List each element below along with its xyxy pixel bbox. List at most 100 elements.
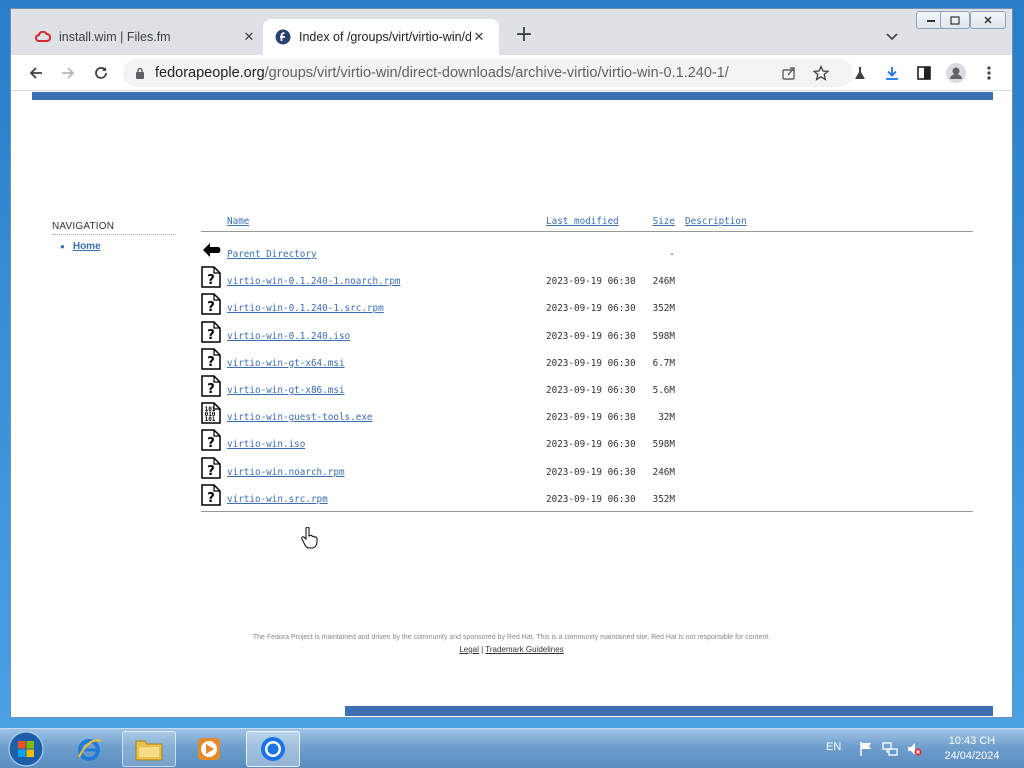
restore-button[interactable]: [940, 11, 970, 29]
tab-strip: install.wim | Files.fm ✕ Index of /group…: [11, 9, 1012, 55]
reload-icon[interactable]: [89, 61, 113, 85]
file-link[interactable]: virtio-win-0.1.240-1.noarch.rpm: [227, 276, 401, 287]
back-arrow-icon[interactable]: [24, 61, 48, 85]
file-link[interactable]: virtio-win.iso: [227, 439, 305, 450]
footer-text: The Fedora Project is maintained and dri…: [252, 634, 771, 641]
legal-link[interactable]: Legal: [459, 645, 479, 654]
svg-text:?: ?: [207, 328, 215, 343]
close-window-button[interactable]: [970, 11, 1006, 29]
listing-header: Name Last modified Size Description: [201, 216, 973, 232]
footer-links: Legal | Trademark Guidelines: [11, 645, 1012, 654]
language-indicator[interactable]: EN: [826, 741, 841, 753]
volume-muted-icon[interactable]: [906, 741, 922, 757]
lock-icon: [135, 67, 145, 79]
windows-logo-icon: [8, 731, 44, 767]
media-player-icon[interactable]: [182, 731, 236, 767]
tab-files-fm[interactable]: install.wim | Files.fm ✕: [23, 19, 269, 55]
browser-toolbar: fedorapeople.org/groups/virt/virtio-win/…: [11, 55, 1012, 91]
sort-by-description-link[interactable]: Description: [685, 216, 747, 227]
tab-title: install.wim | Files.fm: [59, 30, 171, 44]
profile-avatar-icon[interactable]: [944, 61, 968, 85]
clock-date: 24/04/2024: [944, 750, 1000, 762]
close-tab-icon[interactable]: ✕: [471, 29, 487, 45]
close-tab-icon[interactable]: ✕: [241, 29, 257, 45]
unknown-file-icon: ?: [201, 266, 221, 288]
side-panel-icon[interactable]: [912, 61, 936, 85]
file-link[interactable]: virtio-win-0.1.240-1.src.rpm: [227, 303, 384, 314]
download-icon[interactable]: [880, 61, 904, 85]
file-link[interactable]: virtio-win-gt-x86.msi: [227, 385, 345, 396]
chrome-icon[interactable]: [246, 731, 300, 767]
forward-arrow-icon[interactable]: [56, 61, 80, 85]
trademark-guidelines-link[interactable]: Trademark Guidelines: [485, 645, 563, 654]
footer-separator: |: [481, 645, 484, 654]
hand-pointer-cursor-icon: [301, 526, 319, 549]
fedora-icon: [275, 29, 291, 45]
file-row: ? virtio-win.noarch.rpm 2023-09-19 06:30 24…: [201, 454, 973, 481]
sort-by-name-link[interactable]: Name: [227, 216, 249, 227]
file-size: 246M: [652, 276, 675, 288]
footer-accent-bar: [345, 706, 993, 716]
extension-flask-icon[interactable]: [848, 61, 872, 85]
nav-item-home: ● Home: [52, 241, 176, 252]
files-fm-cloud-icon: [35, 29, 51, 45]
unknown-file-icon: ?: [201, 429, 221, 451]
listing-bottom-rule: [201, 510, 973, 512]
taskbar: EN 10:43 CH 24/04/2024: [0, 728, 1024, 768]
file-row: ? virtio-win-0.1.240-1.noarch.rpm 2023-09-…: [201, 263, 973, 290]
file-row: ? virtio-win-0.1.240.iso 2023-09-19 06:30 5…: [201, 318, 973, 345]
file-size: 352M: [652, 303, 675, 315]
unknown-file-icon: ?: [201, 375, 221, 397]
parent-directory-link[interactable]: Parent Directory: [227, 249, 317, 260]
menu-kebab-icon[interactable]: [977, 61, 1001, 85]
file-row: ? virtio-win-0.1.240-1.src.rpm 2023-09-19 …: [201, 290, 973, 317]
tab-search-chevron-icon[interactable]: [885, 27, 905, 47]
svg-text:?: ?: [207, 355, 215, 370]
unknown-file-icon: ?: [201, 320, 221, 343]
header-accent-bar: [32, 92, 993, 100]
navigation-title: NAVIGATION: [52, 221, 176, 235]
bullet-icon: ●: [60, 242, 65, 251]
bookmark-star-icon[interactable]: [809, 61, 833, 85]
file-link[interactable]: virtio-win.src.rpm: [227, 494, 328, 505]
file-link[interactable]: virtio-win-guest-tools.exe: [227, 412, 373, 423]
url-host: fedorapeople.org: [155, 65, 265, 81]
file-link[interactable]: virtio-win.noarch.rpm: [227, 467, 345, 478]
file-explorer-icon[interactable]: [122, 731, 176, 767]
home-link[interactable]: Home: [73, 241, 101, 252]
listing-rows: Parent Directory - ? virtio-win-0.1.240-1…: [201, 232, 973, 508]
svg-text:?: ?: [207, 273, 215, 288]
start-button[interactable]: [6, 731, 46, 767]
network-icon[interactable]: [882, 741, 898, 757]
binary-file-icon: 101 010 101: [201, 402, 221, 424]
svg-text:?: ?: [207, 300, 215, 315]
svg-text:?: ?: [207, 382, 215, 397]
sort-by-modified-link[interactable]: Last modified: [546, 216, 619, 227]
unknown-file-icon: ?: [201, 293, 221, 315]
unknown-file-icon: ?: [201, 348, 221, 370]
page-footer: The Fedora Project is maintained and dri…: [11, 634, 1012, 654]
url-path: /groups/virt/virtio-win/direct-downloads…: [264, 65, 729, 81]
parent-directory-row: Parent Directory -: [201, 236, 973, 263]
action-center-flag-icon[interactable]: [858, 741, 874, 757]
svg-text:?: ?: [207, 436, 215, 451]
file-row: 101 010 101 virtio-win-guest-tools.exe 2023-…: [201, 399, 973, 426]
file-link[interactable]: virtio-win-0.1.240.iso: [227, 331, 350, 342]
tab-index[interactable]: Index of /groups/virt/virtio-win/d ✕: [263, 19, 499, 55]
file-row: ? virtio-win.iso 2023-09-19 06:30 598M: [201, 426, 973, 453]
clock-time: 10:43 CH: [948, 735, 996, 747]
share-icon[interactable]: [777, 61, 801, 85]
file-link[interactable]: virtio-win-gt-x64.msi: [227, 358, 345, 369]
address-bar[interactable]: fedorapeople.org/groups/virt/virtio-win/…: [123, 59, 853, 87]
unknown-file-icon: ?: [201, 483, 221, 506]
file-size: 5.6M: [652, 384, 675, 396]
sort-by-size-link[interactable]: Size: [621, 216, 675, 227]
system-clock[interactable]: 10:43 CH 24/04/2024: [932, 734, 1012, 764]
svg-text:?: ?: [207, 491, 215, 506]
new-tab-button[interactable]: +: [511, 23, 537, 49]
svg-text:101: 101: [205, 416, 216, 423]
internet-explorer-icon[interactable]: [62, 731, 116, 767]
file-size: 246M: [652, 466, 675, 478]
directory-listing: Name Last modified Size Description Pare…: [201, 216, 973, 512]
file-size: 598M: [652, 439, 675, 451]
